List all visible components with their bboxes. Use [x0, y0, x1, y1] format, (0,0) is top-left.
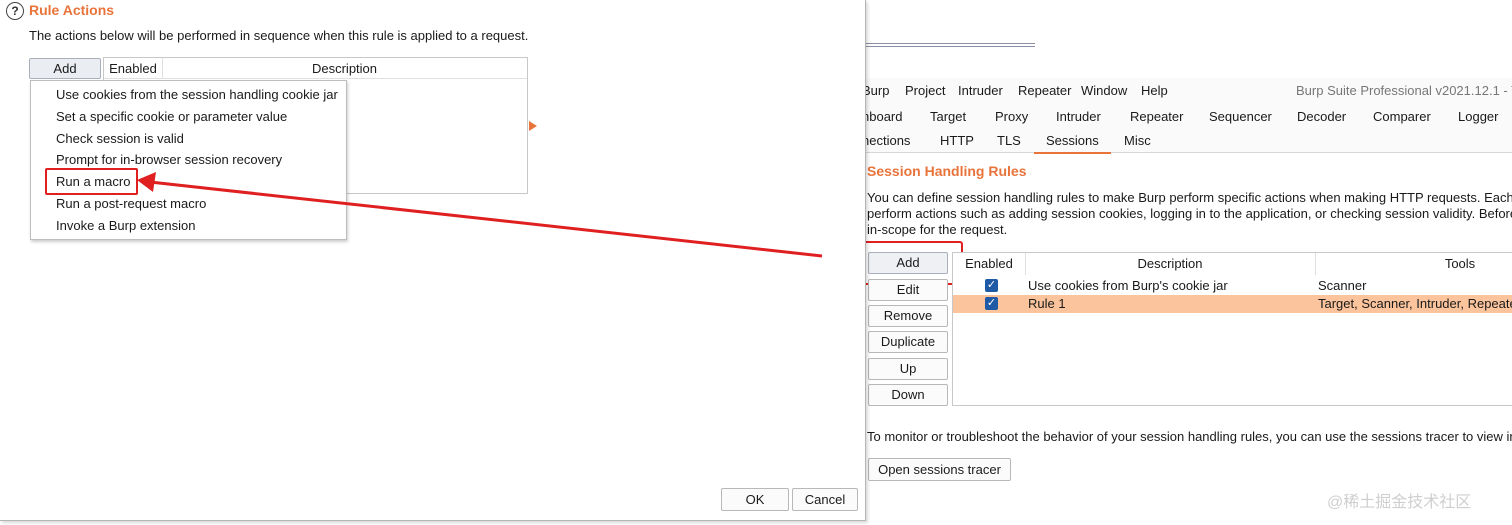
sub-tabs: nections HTTP TLS Sessions Misc — [862, 128, 1512, 154]
section-description-line: in-scope for the request. — [867, 222, 1008, 237]
menu-item-check-session[interactable]: Check session is valid — [56, 131, 184, 146]
burp-main-window: Burp Project Intruder Repeater Window He… — [858, 0, 1512, 525]
tab-repeater[interactable]: Repeater — [1130, 109, 1183, 124]
up-rule-button[interactable]: Up — [868, 358, 948, 380]
section-description-line: You can define session handling rules to… — [867, 190, 1512, 205]
table-row[interactable]: ✓ Rule 1 Target, Scanner, Intruder, Repe… — [953, 295, 1512, 313]
tab-decoder[interactable]: Decoder — [1297, 109, 1346, 124]
remove-rule-button[interactable]: Remove — [868, 305, 948, 327]
column-header-enabled[interactable]: Enabled — [104, 58, 163, 79]
tab-sequencer[interactable]: Sequencer — [1209, 109, 1272, 124]
row-tools: Target, Scanner, Intruder, Repeater — [1318, 296, 1512, 311]
section-description-line: perform actions such as adding session c… — [867, 206, 1512, 221]
cancel-button[interactable]: Cancel — [792, 488, 858, 511]
tab-comparer[interactable]: Comparer — [1373, 109, 1431, 124]
app-title: Burp Suite Professional v2021.12.1 - Te — [1296, 83, 1512, 98]
menu-window[interactable]: Window — [1081, 83, 1127, 98]
rule-actions-dialog: ? Rule Actions The actions below will be… — [0, 0, 866, 521]
menu-item-invoke-extension[interactable]: Invoke a Burp extension — [56, 218, 195, 233]
background-window-area — [862, 0, 1512, 75]
tab-sessions[interactable]: Sessions — [1034, 133, 1111, 154]
tracer-description: To monitor or troubleshoot the behavior … — [867, 429, 1512, 444]
column-header-description[interactable]: Description — [1025, 253, 1316, 275]
help-icon[interactable]: ? — [6, 2, 24, 20]
decorative-line — [862, 46, 1035, 47]
annotation-highlight-box — [45, 168, 138, 195]
menu-intruder[interactable]: Intruder — [958, 83, 1003, 98]
menu-repeater[interactable]: Repeater — [1018, 83, 1071, 98]
table-row[interactable]: ✓ Use cookies from Burp's cookie jar Sca… — [953, 277, 1512, 295]
row-tools: Scanner — [1318, 278, 1367, 293]
tab-target[interactable]: Target — [930, 109, 966, 124]
down-rule-button[interactable]: Down — [868, 384, 948, 406]
watermark: @稀土掘金技术社区 — [1327, 494, 1472, 511]
tab-misc[interactable]: Misc — [1124, 133, 1151, 148]
dialog-title: Rule Actions — [29, 2, 115, 18]
tab-proxy[interactable]: Proxy — [995, 109, 1028, 124]
section-title: Session Handling Rules — [867, 163, 1027, 179]
checkbox[interactable]: ✓ — [985, 297, 998, 310]
column-header-tools[interactable]: Tools — [1315, 253, 1512, 275]
dialog-description: The actions below will be performed in s… — [29, 28, 529, 43]
open-sessions-tracer-button[interactable]: Open sessions tracer — [868, 458, 1011, 481]
column-header-description[interactable]: Description — [162, 58, 527, 79]
tab-intruder[interactable]: Intruder — [1056, 109, 1101, 124]
menu-item-set-cookie[interactable]: Set a specific cookie or parameter value — [56, 109, 287, 124]
checkbox[interactable]: ✓ — [985, 279, 998, 292]
menu-item-use-cookies[interactable]: Use cookies from the session handling co… — [56, 87, 338, 102]
duplicate-rule-button[interactable]: Duplicate — [868, 331, 948, 353]
tab-http[interactable]: HTTP — [940, 133, 974, 148]
tab-tls[interactable]: TLS — [997, 133, 1021, 148]
tab-connections[interactable]: nections — [862, 133, 910, 148]
tab-logger[interactable]: Logger — [1458, 109, 1498, 124]
row-description: Rule 1 — [1028, 296, 1066, 311]
rules-table: Enabled Description Tools ✓ Use cookies … — [952, 252, 1512, 406]
tab-dashboard[interactable]: hboard — [862, 109, 902, 124]
scroll-arrow-icon — [529, 121, 537, 131]
menu-project[interactable]: Project — [905, 83, 945, 98]
decorative-line — [862, 43, 1035, 44]
row-description: Use cookies from Burp's cookie jar — [1028, 278, 1228, 293]
add-action-button[interactable]: Add — [29, 58, 101, 79]
menu-bar: Burp Project Intruder Repeater Window He… — [862, 78, 1512, 104]
add-action-menu: Use cookies from the session handling co… — [30, 80, 347, 240]
menu-item-run-post-request-macro[interactable]: Run a post-request macro — [56, 196, 206, 211]
main-tabs: hboard Target Proxy Intruder Repeater Se… — [862, 104, 1512, 129]
menu-item-prompt-recovery[interactable]: Prompt for in-browser session recovery — [56, 152, 282, 167]
ok-button[interactable]: OK — [721, 488, 789, 511]
menu-burp[interactable]: Burp — [862, 83, 889, 98]
column-header-enabled[interactable]: Enabled — [953, 253, 1026, 275]
menu-help[interactable]: Help — [1141, 83, 1168, 98]
edit-rule-button[interactable]: Edit — [868, 279, 948, 301]
